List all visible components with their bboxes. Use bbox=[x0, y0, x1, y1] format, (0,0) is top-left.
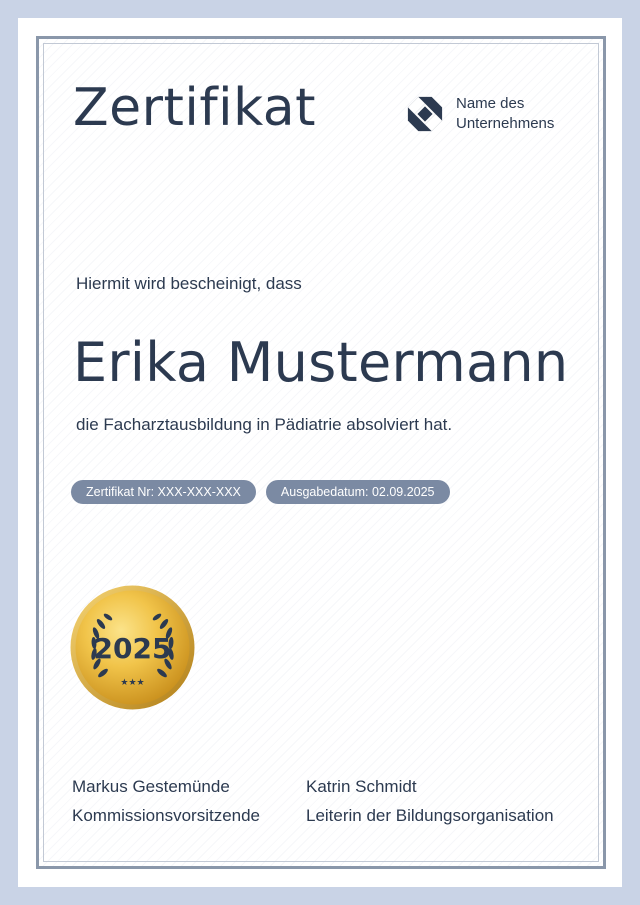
intro-text: Hiermit wird bescheinigt, dass bbox=[76, 274, 302, 293]
company-block: Name des Unternehmens bbox=[406, 94, 554, 134]
certificate-title: Zertifikat bbox=[73, 78, 317, 138]
signature-left-name: Markus Gestemünde bbox=[72, 777, 230, 796]
signature-right-role: Leiterin der Bildungsorganisation bbox=[306, 806, 554, 825]
signature-right-name: Katrin Schmidt bbox=[306, 777, 417, 796]
issue-date-badge: Ausgabedatum: 02.09.2025 bbox=[265, 480, 450, 504]
certificate-paper: Zertifikat Name des Unternehmens Hiermit… bbox=[18, 18, 622, 887]
seal-year: 2025 bbox=[94, 632, 172, 665]
frame-inner-line bbox=[43, 43, 599, 862]
gold-seal: 2025 ★★★ bbox=[70, 585, 195, 710]
signature-left-role: Kommissionsvorsitzende bbox=[72, 806, 261, 825]
signature-left: Markus Gestemünde Kommissionsvorsitzende bbox=[72, 772, 260, 830]
signature-right: Katrin Schmidt Leiterin der Bildungsorga… bbox=[306, 772, 554, 830]
company-name: Name des Unternehmens bbox=[456, 95, 555, 132]
outer-border: Zertifikat Name des Unternehmens Hiermit… bbox=[0, 0, 640, 905]
certificate-number-badge: Zertifikat Nr: XXX-XXX-XXX bbox=[71, 480, 256, 504]
seal-stars: ★★★ bbox=[120, 678, 144, 688]
recipient-name: Erika Mustermann bbox=[73, 331, 569, 394]
meta-chips: Zertifikat Nr: XXX-XXX-XXX Ausgabedatum:… bbox=[71, 480, 460, 504]
statement-text: die Facharztausbildung in Pädiatrie abso… bbox=[76, 415, 453, 434]
geometric-logo-icon bbox=[407, 96, 443, 132]
gold-laurel-seal-icon: 2025 ★★★ bbox=[70, 585, 195, 710]
certificate-frame: Zertifikat Name des Unternehmens Hiermit… bbox=[36, 36, 606, 869]
